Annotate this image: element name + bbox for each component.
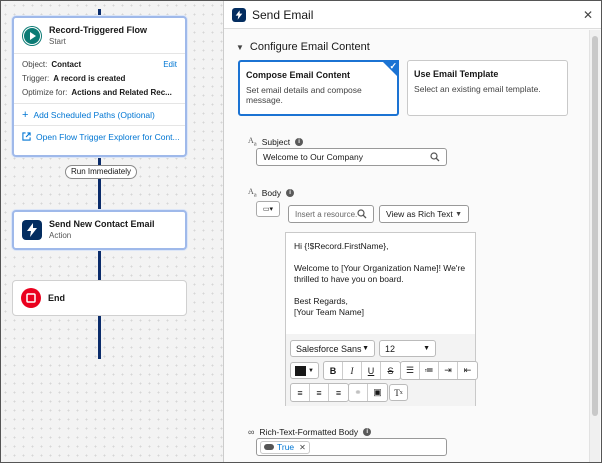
insert-group: ⚭ ▣ <box>348 383 388 402</box>
merge-field-button[interactable]: ▭▾ <box>256 201 280 217</box>
text-field-icon: Aa <box>248 187 257 199</box>
search-icon <box>357 209 367 219</box>
view-mode-select[interactable]: View as Rich Text ▼ <box>379 205 469 223</box>
flow-builder-window: Record-Triggered Flow Start Object: Conta… <box>0 0 602 463</box>
object-key: Object: <box>22 59 48 69</box>
true-value-pill: True ✕ <box>260 440 310 454</box>
compose-tile-title: Compose Email Content <box>246 70 351 80</box>
compose-email-tile[interactable]: ✓ Compose Email Content Set email detail… <box>238 60 400 116</box>
image-icon[interactable]: ▣ <box>368 384 387 401</box>
text-field-icon: Aa <box>248 136 257 148</box>
align-left-icon[interactable]: ≡ <box>291 384 310 401</box>
section-title: Configure Email Content <box>249 41 370 53</box>
email-signature: [Your Team Name] <box>294 307 364 317</box>
send-email-panel: Send Email ✕ ▼ Configure Email Content ✓… <box>223 1 601 462</box>
search-icon <box>430 152 440 162</box>
flow-canvas: Record-Triggered Flow Start Object: Conta… <box>1 1 223 462</box>
chevron-down-icon: ▼ <box>423 345 430 352</box>
action-card-title: Send New Contact Email <box>49 219 155 229</box>
add-scheduled-paths-link[interactable]: + Add Scheduled Paths (Optional) <box>14 103 185 125</box>
start-card-subtitle: Start <box>49 37 66 46</box>
body-label: Aa Body i <box>248 187 295 199</box>
email-greeting: Hi {!$Record.FirstName}, <box>294 241 389 251</box>
optimize-value: Actions and Related Rec... <box>71 87 172 97</box>
close-icon[interactable]: ✕ <box>299 443 306 452</box>
font-family-select[interactable]: Salesforce Sans ▼ <box>290 340 375 357</box>
chevron-down-icon: ▼ <box>455 210 462 218</box>
font-size-select[interactable]: 12 ▼ <box>379 340 436 357</box>
panel-title: Send Email <box>252 7 314 22</box>
start-card-title: Record-Triggered Flow <box>49 25 148 35</box>
stop-icon <box>21 288 41 308</box>
info-icon: i <box>363 428 372 436</box>
panel-body: ▼ Configure Email Content ✓ Compose Emai… <box>224 30 588 462</box>
configure-email-section-toggle[interactable]: ▼ Configure Email Content <box>236 40 576 54</box>
alignment-group: ≡ ≡ ≡ <box>290 383 349 402</box>
panel-header: Send Email ✕ <box>224 1 601 29</box>
template-tile-title: Use Email Template <box>414 69 499 79</box>
clear-formatting-icon[interactable]: Tx <box>389 384 408 401</box>
link-icon[interactable]: ⚭ <box>349 384 368 401</box>
rich-text-body-input[interactable]: True ✕ <box>256 438 447 456</box>
object-value: Contact <box>51 59 82 69</box>
align-right-icon[interactable]: ≡ <box>329 384 348 401</box>
text-color-button[interactable]: ▼ <box>290 362 319 379</box>
optimize-key: Optimize for: <box>22 87 68 97</box>
lightning-icon <box>22 219 42 240</box>
body-toolbar-top: Insert a resource... View as Rich Text ▼ <box>285 201 471 235</box>
close-icon[interactable]: ✕ <box>583 8 593 22</box>
checkmark-icon: ✓ <box>389 61 398 71</box>
editor-toolbar: Salesforce Sans ▼ 12 ▼ ▼ B I U S ☰ ≔ ⇥ ⇤… <box>286 334 478 406</box>
italic-icon[interactable]: I <box>343 362 362 379</box>
outdent-icon[interactable]: ⇤ <box>458 362 477 379</box>
rich-text-editor[interactable]: Hi {!$Record.FirstName}, Welcome to [You… <box>285 232 478 406</box>
indent-icon[interactable]: ⇥ <box>439 362 458 379</box>
external-link-icon <box>22 132 31 141</box>
text-style-group: B I U S <box>323 361 401 380</box>
lightning-icon <box>232 7 246 22</box>
template-tile-description: Select an existing email template. <box>414 84 541 94</box>
end-card-title: End <box>48 293 65 303</box>
action-card-subtitle: Action <box>49 231 72 240</box>
trigger-value: A record is created <box>53 73 126 83</box>
rich-text-body-label: ∞ Rich-Text-Formatted Body i <box>248 427 372 437</box>
numbered-list-icon[interactable]: ≔ <box>420 362 439 379</box>
text-color-icon <box>295 365 307 376</box>
edit-link[interactable]: Edit <box>163 60 177 69</box>
info-icon: i <box>295 137 304 146</box>
bullet-list-icon[interactable]: ☰ <box>401 362 420 379</box>
insert-resource-input[interactable]: Insert a resource... <box>288 205 374 223</box>
underline-icon[interactable]: U <box>362 362 381 379</box>
run-immediately-path-label: Run Immediately <box>65 165 138 179</box>
send-email-action-card[interactable]: Send New Contact Email Action <box>12 210 187 250</box>
trigger-key: Trigger: <box>22 73 50 83</box>
play-icon <box>22 25 42 46</box>
scrollbar-thumb[interactable] <box>592 36 598 416</box>
chevron-down-icon: ▼ <box>236 42 244 52</box>
merge-field-icon: ▭▾ <box>262 206 274 213</box>
panel-scrollbar[interactable] <box>589 30 600 462</box>
chevron-down-icon: ▼ <box>362 345 369 352</box>
email-signoff: Best Regards, <box>294 296 348 306</box>
subject-input[interactable]: Welcome to Our Company <box>256 148 447 166</box>
start-element-card[interactable]: Record-Triggered Flow Start Object: Conta… <box>12 16 187 157</box>
use-template-tile[interactable]: Use Email Template Select an existing em… <box>407 60 568 116</box>
editor-content[interactable]: Hi {!$Record.FirstName}, Welcome to [You… <box>286 233 475 326</box>
compose-tile-description: Set email details and compose message. <box>246 85 362 105</box>
subject-label: Aa Subject i <box>248 136 304 148</box>
email-paragraph: Welcome to [Your Organization Name]! We'… <box>294 263 466 284</box>
strikethrough-icon[interactable]: S <box>381 362 400 379</box>
end-element-card[interactable]: End <box>12 280 187 316</box>
toggle-icon <box>264 444 274 450</box>
info-icon: i <box>286 188 295 197</box>
list-group: ☰ ≔ ⇥ ⇤ <box>400 361 478 380</box>
bold-icon[interactable]: B <box>324 362 343 379</box>
boolean-resource-icon: ∞ <box>248 427 255 437</box>
plus-icon: + <box>22 108 29 121</box>
open-trigger-explorer-link[interactable]: Open Flow Trigger Explorer for Cont... <box>14 125 185 147</box>
align-center-icon[interactable]: ≡ <box>310 384 329 401</box>
